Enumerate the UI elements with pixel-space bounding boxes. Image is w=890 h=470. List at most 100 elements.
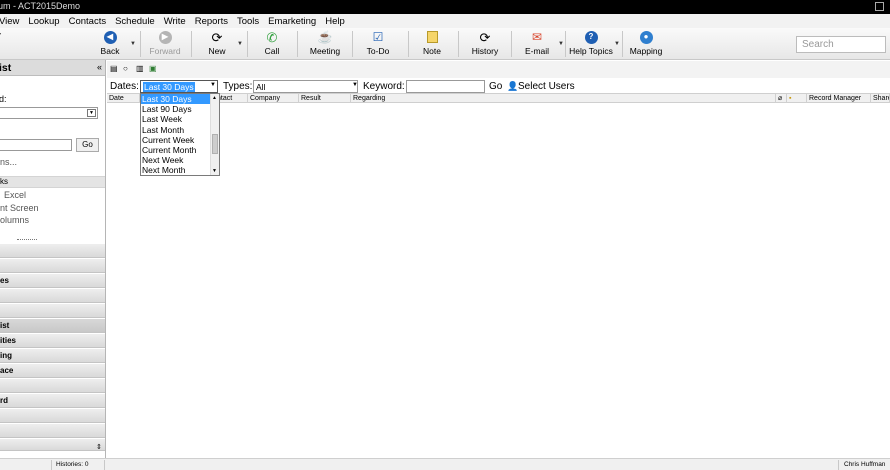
left-pane-title: ist [0, 62, 12, 74]
lookup-value-input[interactable] [0, 139, 72, 151]
lookup-field-select[interactable]: ▼ [0, 107, 98, 119]
new-dropdown-icon[interactable]: ▼ [237, 41, 243, 47]
current-user: Chris Huffman [844, 461, 886, 468]
select-users-button[interactable]: Select Users [518, 81, 575, 92]
email-dropdown-icon[interactable]: ▼ [558, 41, 564, 47]
nav-item-dashboard[interactable]: rd [0, 394, 105, 408]
task-customize-columns[interactable]: olumns [0, 215, 29, 225]
menu-write[interactable]: Write [164, 16, 186, 27]
nav-item-13[interactable] [0, 424, 105, 438]
magnifier-icon[interactable]: ○ [123, 64, 132, 73]
forward-arrow-icon: ▶ [158, 30, 172, 44]
todo-button[interactable]: ☑ To-Do [364, 28, 392, 60]
options-link[interactable]: ns... [0, 157, 17, 167]
keyword-input[interactable] [406, 80, 485, 93]
attachment-icon[interactable]: ⌀ [776, 94, 787, 103]
menu-help[interactable]: Help [325, 16, 345, 27]
col-regarding[interactable]: Regarding [351, 94, 776, 103]
date-option[interactable]: Current Week [141, 135, 219, 145]
col-company[interactable]: Company [248, 94, 299, 103]
back-button[interactable]: ◀ Back [96, 28, 124, 60]
nav-item-4[interactable] [0, 289, 105, 303]
status-divider [838, 460, 839, 470]
scroll-up-icon[interactable]: ▲ [212, 95, 217, 101]
types-select[interactable]: All [253, 80, 358, 93]
tasks-section-header[interactable]: ks [0, 176, 105, 188]
toolbar-separator [247, 31, 248, 57]
menu-schedule[interactable]: Schedule [115, 16, 155, 27]
note-button[interactable]: Note [420, 28, 444, 60]
history-grid-header: Date ntact Company Result Regarding ⌀ ▪ … [107, 93, 890, 103]
histories-count: Histories: 0 [56, 461, 89, 468]
date-option[interactable]: Last 90 Days [141, 104, 219, 114]
nav-item-10[interactable] [0, 379, 105, 393]
splitter-grip[interactable] [17, 239, 37, 240]
nav-scroll-icon[interactable]: ⇕ [96, 443, 102, 451]
nav-item-14[interactable] [0, 439, 105, 451]
call-button[interactable]: ✆ Call [260, 28, 284, 60]
mapping-button[interactable]: ● Mapping [629, 28, 663, 60]
col-date[interactable]: Date [107, 94, 140, 103]
date-option[interactable]: Last Week [141, 114, 219, 124]
excel-export-icon[interactable]: ▣ [149, 64, 158, 73]
globe-icon: ● [639, 30, 653, 44]
menu-lookup[interactable]: Lookup [28, 16, 59, 27]
toolbar-separator [352, 31, 353, 57]
nav-item-marketplace[interactable]: ace [0, 364, 105, 378]
nav-item-emarketing[interactable]: ing [0, 349, 105, 363]
types-dropdown-icon[interactable]: ▼ [351, 80, 359, 90]
task-export-excel[interactable]: Excel [4, 190, 26, 200]
help-topics-button[interactable]: ? Help Topics [569, 28, 613, 60]
nav-item-12[interactable] [0, 409, 105, 423]
scroll-thumb[interactable] [212, 134, 218, 154]
col-record-manager[interactable]: Record Manager [807, 94, 871, 103]
date-option[interactable]: Next Month [141, 165, 219, 175]
scroll-down-icon[interactable]: ▼ [212, 168, 217, 174]
date-option[interactable]: Next Week [141, 155, 219, 165]
meeting-button[interactable]: ☕ Meeting [309, 28, 341, 60]
toolbar-separator [565, 31, 566, 57]
maximize-icon[interactable] [875, 2, 884, 11]
history-button[interactable]: ⟳ History [471, 28, 499, 60]
left-pane-header: ist « [0, 60, 105, 76]
menu-emarketing[interactable]: Emarketing [268, 16, 316, 27]
date-option[interactable]: Last Month [141, 125, 219, 135]
search-input[interactable]: Search [796, 36, 886, 53]
menu-view[interactable]: View [0, 16, 19, 27]
main-toolbar: ▾ ◀ Back ▼ ▶ Forward ⟳ New ▼ ✆ Call ☕ Me… [0, 28, 890, 60]
date-option[interactable]: Last 30 Days [141, 94, 219, 105]
filter-go-button[interactable]: Go [489, 81, 502, 92]
nav-item-1[interactable] [0, 244, 105, 258]
menu-reports[interactable]: Reports [195, 16, 228, 27]
help-question-icon: ? [584, 30, 598, 44]
toolbar-overflow-icon[interactable]: ▾ [0, 31, 1, 38]
nav-item-history-list[interactable]: ist [0, 319, 105, 333]
collapse-pane-icon[interactable]: « [97, 62, 102, 72]
new-button[interactable]: ⟳ New [204, 28, 230, 60]
dates-select[interactable]: Last 30 Days [140, 80, 218, 93]
email-button[interactable]: ✉ E-mail [523, 28, 551, 60]
menu-contacts[interactable]: Contacts [69, 16, 107, 27]
envelope-icon: ✉ [531, 30, 543, 44]
columns-icon[interactable]: ▥ [136, 64, 145, 73]
col-share[interactable]: Share [871, 94, 890, 103]
nav-item-2[interactable] [0, 259, 105, 273]
col-result[interactable]: Result [299, 94, 351, 103]
print-icon[interactable]: ▤ [110, 64, 119, 73]
help-dropdown-icon[interactable]: ▼ [614, 41, 620, 47]
toolbar-separator [622, 31, 623, 57]
lock-icon[interactable]: ▪ [787, 94, 807, 103]
dropdown-scrollbar[interactable]: ▲ ▼ [210, 94, 219, 175]
nav-item-opportunities[interactable]: ities [0, 334, 105, 348]
task-print-screen[interactable]: nt Screen [0, 203, 39, 213]
dates-dropdown-icon[interactable]: ▼ [209, 80, 217, 90]
keyword-label: Keyword: [363, 81, 405, 92]
lookup-go-button[interactable]: Go [76, 138, 99, 152]
nav-item-5[interactable] [0, 304, 105, 318]
date-option[interactable]: Current Month [141, 145, 219, 155]
nav-item-companies[interactable]: es [0, 274, 105, 288]
menu-tools[interactable]: Tools [237, 16, 259, 27]
lookup-field-label: d: [0, 94, 7, 104]
back-dropdown-icon[interactable]: ▼ [130, 41, 136, 47]
forward-button[interactable]: ▶ Forward [148, 28, 182, 60]
